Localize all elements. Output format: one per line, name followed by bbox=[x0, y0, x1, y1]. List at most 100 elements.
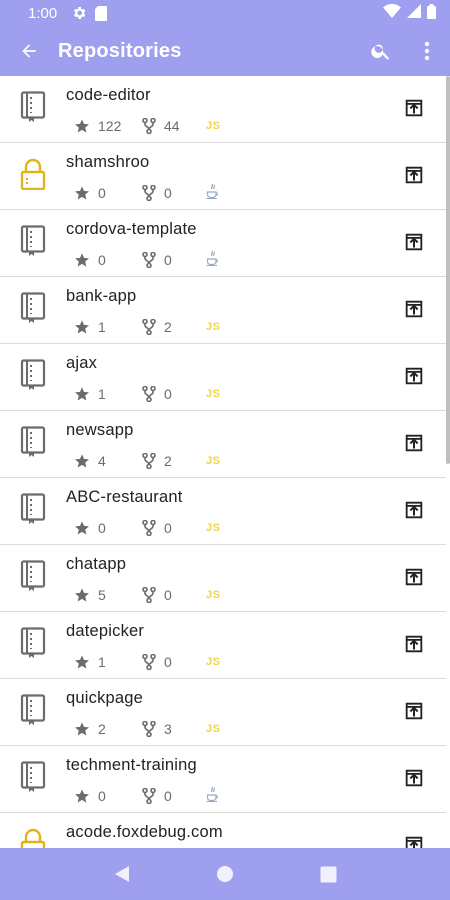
language-js-label: JS bbox=[206, 455, 221, 467]
star-icon bbox=[74, 788, 90, 804]
star-count: 4 bbox=[98, 453, 106, 469]
back-button[interactable] bbox=[0, 26, 58, 76]
repository-row[interactable]: cordova-template 0 0 bbox=[0, 210, 446, 277]
battery-icon bbox=[427, 3, 436, 23]
repository-stats: 5 0 JS bbox=[74, 586, 220, 604]
fork-icon bbox=[142, 184, 156, 202]
star-count: 2 bbox=[98, 721, 106, 737]
repository-row[interactable]: shamshroo 0 0 bbox=[0, 143, 446, 210]
fork-count: 44 bbox=[164, 118, 180, 134]
star-icon bbox=[74, 721, 90, 737]
screen: 1:00 Repositories code-editor 122 44 JS … bbox=[0, 0, 450, 900]
fork-icon bbox=[142, 117, 156, 135]
nav-home-circle-icon bbox=[216, 866, 233, 882]
open-in-browser-icon[interactable] bbox=[403, 499, 425, 521]
repository-row[interactable]: code-editor 122 44 JS bbox=[0, 76, 446, 143]
star-icon bbox=[74, 654, 90, 670]
star-icon bbox=[74, 185, 90, 201]
repository-row[interactable]: ABC-restaurant 0 0 JS bbox=[0, 478, 446, 545]
repository-list[interactable]: code-editor 122 44 JS shamshroo 0 0 cordova-tem… bbox=[0, 76, 450, 848]
open-in-browser-icon[interactable] bbox=[403, 97, 425, 119]
star-icon bbox=[74, 252, 90, 268]
search-button[interactable] bbox=[358, 26, 404, 76]
lock-icon bbox=[20, 158, 46, 191]
open-in-browser-icon[interactable] bbox=[403, 298, 425, 320]
navigation-bar bbox=[0, 848, 450, 900]
settings-gear-icon bbox=[71, 5, 87, 21]
cell-signal-icon bbox=[407, 4, 421, 22]
repository-name: quickpage bbox=[66, 689, 144, 707]
scrollbar[interactable] bbox=[446, 76, 450, 464]
repository-stats: 1 0 JS bbox=[74, 385, 220, 403]
language-js-label: JS bbox=[206, 120, 221, 132]
fork-icon bbox=[142, 519, 156, 537]
fork-count: 0 bbox=[164, 654, 172, 670]
repository-stats: 2 3 JS bbox=[74, 720, 220, 738]
status-bar: 1:00 bbox=[0, 0, 450, 26]
search-icon bbox=[371, 44, 390, 60]
repo-book-icon bbox=[20, 292, 46, 324]
repository-row[interactable]: techment-training 0 0 bbox=[0, 746, 446, 813]
repository-name: techment-training bbox=[66, 756, 197, 774]
open-in-browser-icon[interactable] bbox=[403, 700, 425, 722]
fork-count: 0 bbox=[164, 185, 172, 201]
star-count: 5 bbox=[98, 587, 106, 603]
repository-stats: 0 0 JS bbox=[74, 519, 220, 537]
repo-book-icon bbox=[20, 359, 46, 391]
language-js-label: JS bbox=[206, 723, 221, 735]
nav-recents-square-icon bbox=[320, 866, 337, 882]
fork-count: 2 bbox=[164, 319, 172, 335]
star-icon bbox=[74, 453, 90, 469]
repository-row[interactable]: chatapp 5 0 JS bbox=[0, 545, 446, 612]
fork-count: 2 bbox=[164, 453, 172, 469]
repository-name: bank-app bbox=[66, 287, 137, 305]
fork-icon bbox=[142, 653, 156, 671]
open-in-browser-icon[interactable] bbox=[403, 834, 425, 848]
open-in-browser-icon[interactable] bbox=[403, 566, 425, 588]
fork-icon bbox=[142, 787, 156, 805]
repository-stats: 00 bbox=[74, 786, 219, 807]
repository-row[interactable]: ajax 1 0 JS bbox=[0, 344, 446, 411]
repository-row[interactable]: acode.foxdebug.com bbox=[0, 813, 446, 848]
open-in-browser-icon[interactable] bbox=[403, 365, 425, 387]
star-count: 122 bbox=[98, 118, 122, 134]
star-icon bbox=[74, 118, 90, 134]
sd-card-icon bbox=[95, 5, 108, 21]
repository-stats: 00 bbox=[74, 250, 219, 271]
fork-count: 0 bbox=[164, 252, 172, 268]
fork-icon bbox=[142, 318, 156, 336]
page-title: Repositories bbox=[58, 39, 182, 62]
nav-home-button[interactable] bbox=[205, 854, 245, 894]
open-in-browser-icon[interactable] bbox=[403, 231, 425, 253]
java-coffee-cup-icon bbox=[206, 250, 219, 271]
repo-book-icon bbox=[20, 225, 46, 257]
repo-book-icon bbox=[20, 560, 46, 592]
repository-row[interactable]: quickpage 2 3 JS bbox=[0, 679, 446, 746]
repository-name: ABC-restaurant bbox=[66, 488, 183, 506]
java-coffee-cup-icon bbox=[206, 786, 219, 807]
language-js-label: JS bbox=[206, 522, 221, 534]
star-icon bbox=[74, 587, 90, 603]
open-in-browser-icon[interactable] bbox=[403, 164, 425, 186]
open-in-browser-icon[interactable] bbox=[403, 633, 425, 655]
repository-stats: 1 2 JS bbox=[74, 318, 220, 336]
star-count: 0 bbox=[98, 520, 106, 536]
language-js-label: JS bbox=[206, 388, 221, 400]
repository-row[interactable]: datepicker 1 0 JS bbox=[0, 612, 446, 679]
nav-back-button[interactable] bbox=[102, 854, 142, 894]
nav-recents-button[interactable] bbox=[308, 854, 348, 894]
repository-row[interactable]: bank-app 1 2 JS bbox=[0, 277, 446, 344]
star-count: 0 bbox=[98, 788, 106, 804]
star-count: 1 bbox=[98, 654, 106, 670]
star-count: 1 bbox=[98, 319, 106, 335]
open-in-browser-icon[interactable] bbox=[403, 432, 425, 454]
more-options-button[interactable] bbox=[404, 26, 450, 76]
star-count: 1 bbox=[98, 386, 106, 402]
open-in-browser-icon[interactable] bbox=[403, 767, 425, 789]
fork-count: 0 bbox=[164, 788, 172, 804]
star-icon bbox=[74, 319, 90, 335]
language-js-label: JS bbox=[206, 589, 221, 601]
repo-book-icon bbox=[20, 761, 46, 793]
repository-row[interactable]: newsapp 4 2 JS bbox=[0, 411, 446, 478]
repository-name: code-editor bbox=[66, 86, 151, 104]
